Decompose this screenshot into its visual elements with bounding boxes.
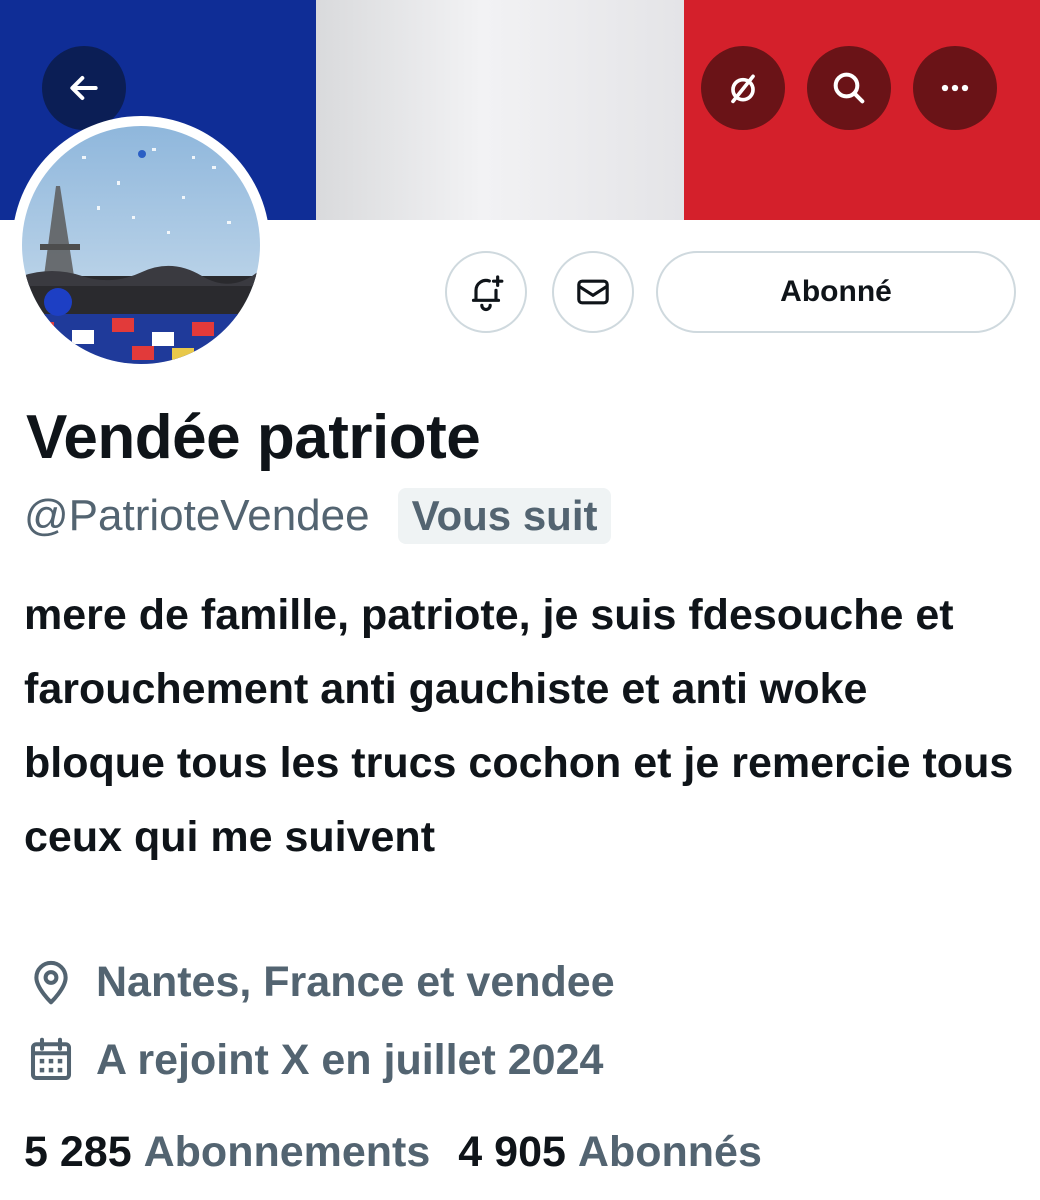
- avatar-photo: [22, 126, 260, 364]
- location-text: Nantes, France et vendee: [96, 957, 615, 1006]
- search-button[interactable]: [807, 46, 891, 130]
- avatar[interactable]: [12, 116, 270, 374]
- following-label: Abonnements: [143, 1127, 431, 1176]
- more-horizontal-icon: [941, 84, 969, 92]
- handle-row: @PatrioteVendee Vous suit: [24, 486, 612, 546]
- location-pin-icon: [34, 960, 68, 1005]
- notifications-button[interactable]: [445, 251, 527, 333]
- joined-row: A rejoint X en juillet 2024: [24, 1030, 603, 1090]
- following-stat[interactable]: 5 285 Abonnements: [24, 1128, 430, 1177]
- arrow-left-icon: [70, 76, 98, 100]
- calendar-icon: [30, 1037, 72, 1081]
- mute-button[interactable]: [701, 46, 785, 130]
- location-row: Nantes, France et vendee: [24, 952, 615, 1012]
- envelope-icon: [577, 279, 609, 305]
- stats-row: 5 285 Abonnements 4 905 Abonnés: [24, 1122, 762, 1182]
- following-button[interactable]: Abonné: [656, 251, 1016, 333]
- display-name: Vendée patriote: [26, 403, 481, 472]
- bio: mere de famille, patriote, je suis fdeso…: [24, 591, 1014, 861]
- flag-white-stripe: [316, 0, 684, 220]
- following-count: 5 285: [24, 1127, 132, 1176]
- search-icon: [833, 72, 865, 104]
- more-button[interactable]: [913, 46, 997, 130]
- followers-count: 4 905: [458, 1127, 566, 1176]
- bell-plus-icon: [471, 275, 504, 312]
- profile-page: Abonné Vendée patriote @PatrioteVendee V…: [0, 0, 1040, 1200]
- back-button[interactable]: [42, 46, 126, 130]
- mute-circle-icon: [731, 74, 755, 104]
- joined-text: A rejoint X en juillet 2024: [96, 1035, 604, 1084]
- handle: @PatrioteVendee: [24, 491, 370, 540]
- followers-stat[interactable]: 4 905 Abonnés: [458, 1128, 762, 1177]
- follows-you-badge: Vous suit: [397, 488, 612, 544]
- message-button[interactable]: [552, 251, 634, 333]
- followers-label: Abonnés: [577, 1127, 762, 1176]
- avatar-image: [22, 126, 260, 364]
